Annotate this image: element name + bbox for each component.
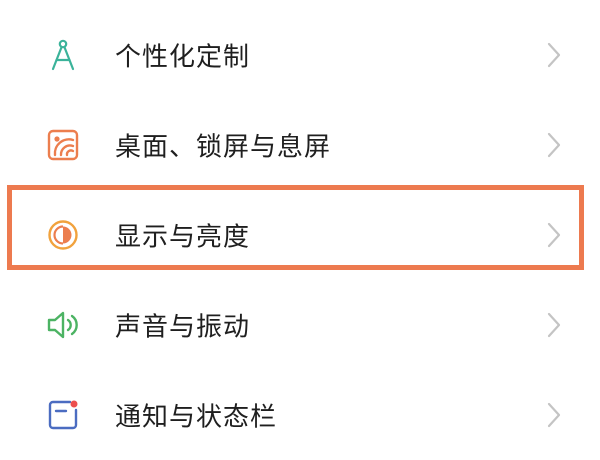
chevron-right-icon	[546, 311, 562, 339]
wallpaper-icon	[45, 127, 81, 163]
settings-item-desktop-lockscreen[interactable]: 桌面、锁屏与息屏	[0, 100, 600, 190]
brightness-icon	[45, 217, 81, 253]
settings-item-label: 声音与振动	[115, 312, 251, 343]
settings-item-label: 桌面、锁屏与息屏	[115, 132, 332, 163]
settings-item-label: 个性化定制	[115, 42, 251, 73]
chevron-right-icon	[546, 221, 562, 249]
chevron-right-icon	[546, 131, 562, 159]
settings-item-sound-vibration[interactable]: 声音与振动	[0, 280, 600, 370]
chevron-right-icon	[546, 41, 562, 69]
compass-icon	[45, 37, 81, 73]
settings-item-notification-statusbar[interactable]: 通知与状态栏	[0, 370, 600, 460]
chevron-right-icon	[546, 401, 562, 429]
settings-item-display-brightness[interactable]: 显示与亮度	[0, 190, 600, 280]
notification-icon	[45, 397, 81, 433]
settings-list: 个性化定制 桌面、锁屏与息屏 显示与亮度 声音与振动 通知与状态栏	[0, 0, 600, 450]
settings-item-label: 显示与亮度	[115, 222, 251, 253]
speaker-icon	[45, 307, 81, 343]
settings-item-personalization[interactable]: 个性化定制	[0, 10, 600, 100]
settings-item-label: 通知与状态栏	[115, 402, 278, 433]
